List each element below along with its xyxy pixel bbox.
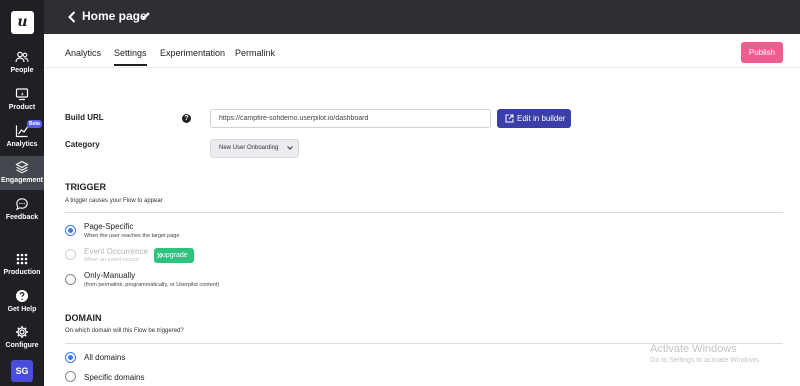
option-sub-event-occurrence: When an event occurs <box>84 257 139 263</box>
option-label-only-manually: Only-Manually <box>84 271 136 280</box>
domain-title: DOMAIN <box>65 313 102 323</box>
tab-bar: Analytics Settings Experimentation Perma… <box>44 34 800 68</box>
app-logo[interactable]: u <box>11 11 34 34</box>
sidebar-item-label: People <box>10 67 34 74</box>
option-label-page-specific: Page-Specific <box>84 222 134 231</box>
pencil-icon[interactable] <box>141 11 151 21</box>
domain-subtitle: On which domain will this Flow be trigge… <box>65 328 184 334</box>
activate-windows-title: Activate Windows <box>650 343 737 355</box>
people-icon <box>15 51 29 63</box>
option-label-specific-domains: Specific domains <box>84 373 145 382</box>
option-sub-only-manually: (from permalink, programmatically, or Us… <box>84 282 220 288</box>
option-label-all-domains: All domains <box>84 353 126 362</box>
page-title: Home page <box>82 9 147 23</box>
category-label: Category <box>65 140 100 149</box>
question-icon[interactable]: ? <box>182 114 191 123</box>
back-arrow-icon[interactable] <box>66 10 78 24</box>
sidebar-item-label: Get Help <box>7 306 37 313</box>
sidebar-item-label: Feedback <box>5 214 39 221</box>
sidebar-item-configure[interactable]: Configure <box>0 321 44 355</box>
sidebar-item-label: Analytics <box>6 141 38 148</box>
sidebar-item-engagement[interactable]: Engagement <box>0 156 44 190</box>
trigger-subtitle: A trigger causes your Flow to appear <box>65 198 163 204</box>
sidebar-item-label: Production <box>3 269 41 276</box>
product-icon <box>15 88 29 101</box>
external-link-icon <box>505 114 514 123</box>
option-label-event-occurrence: Event Occurrence <box>84 247 149 256</box>
avatar[interactable]: SG <box>11 360 33 382</box>
radio-all-domains[interactable] <box>65 352 76 363</box>
trigger-title: TRIGGER <box>65 182 107 192</box>
chevron-down-icon <box>287 146 293 150</box>
help-icon <box>16 290 28 302</box>
tab-analytics[interactable]: Analytics <box>65 48 101 58</box>
sidebar-item-feedback[interactable]: Feedback <box>0 193 44 227</box>
radio-only-manually[interactable] <box>65 274 76 285</box>
sidebar-item-get-help[interactable]: Get Help <box>0 285 44 319</box>
beta-badge: Beta <box>27 120 42 128</box>
sidebar-item-analytics[interactable]: Beta Analytics <box>0 120 44 154</box>
publish-button[interactable]: Publish <box>741 42 783 63</box>
tab-permalink[interactable]: Permalink <box>235 48 275 58</box>
tab-settings[interactable]: Settings <box>114 48 147 66</box>
engagement-icon <box>15 160 29 174</box>
sidebar-item-label: Engagement <box>0 177 43 184</box>
activate-windows-subtitle: Go to Settings to activate Windows. <box>650 357 761 364</box>
sidebar-item-label: Product <box>8 104 36 111</box>
trigger-divider <box>65 212 783 213</box>
sidebar-item-label: Configure <box>5 342 39 349</box>
radio-page-specific[interactable] <box>65 225 76 236</box>
tab-experimentation[interactable]: Experimentation <box>160 48 225 58</box>
sidebar-item-product[interactable]: Product <box>0 83 44 117</box>
option-sub-page-specific: When the user reaches the target page <box>84 233 180 239</box>
radio-specific-domains[interactable] <box>65 371 76 382</box>
sidebar-item-people[interactable]: People <box>0 46 44 80</box>
build-url-input[interactable] <box>210 109 491 128</box>
feedback-icon <box>16 198 28 211</box>
top-bar: Home page <box>44 0 800 34</box>
radio-event-occurrence <box>65 249 76 260</box>
build-url-label: Build URL <box>65 113 104 122</box>
grid-icon <box>16 253 28 265</box>
gear-icon <box>16 326 28 338</box>
sidebar: u People Product Beta Analytics Engageme… <box>0 0 44 386</box>
upgrade-icon <box>157 252 163 259</box>
sidebar-item-production[interactable]: Production <box>0 248 44 282</box>
category-select[interactable]: New User Onboarding <box>210 139 299 158</box>
